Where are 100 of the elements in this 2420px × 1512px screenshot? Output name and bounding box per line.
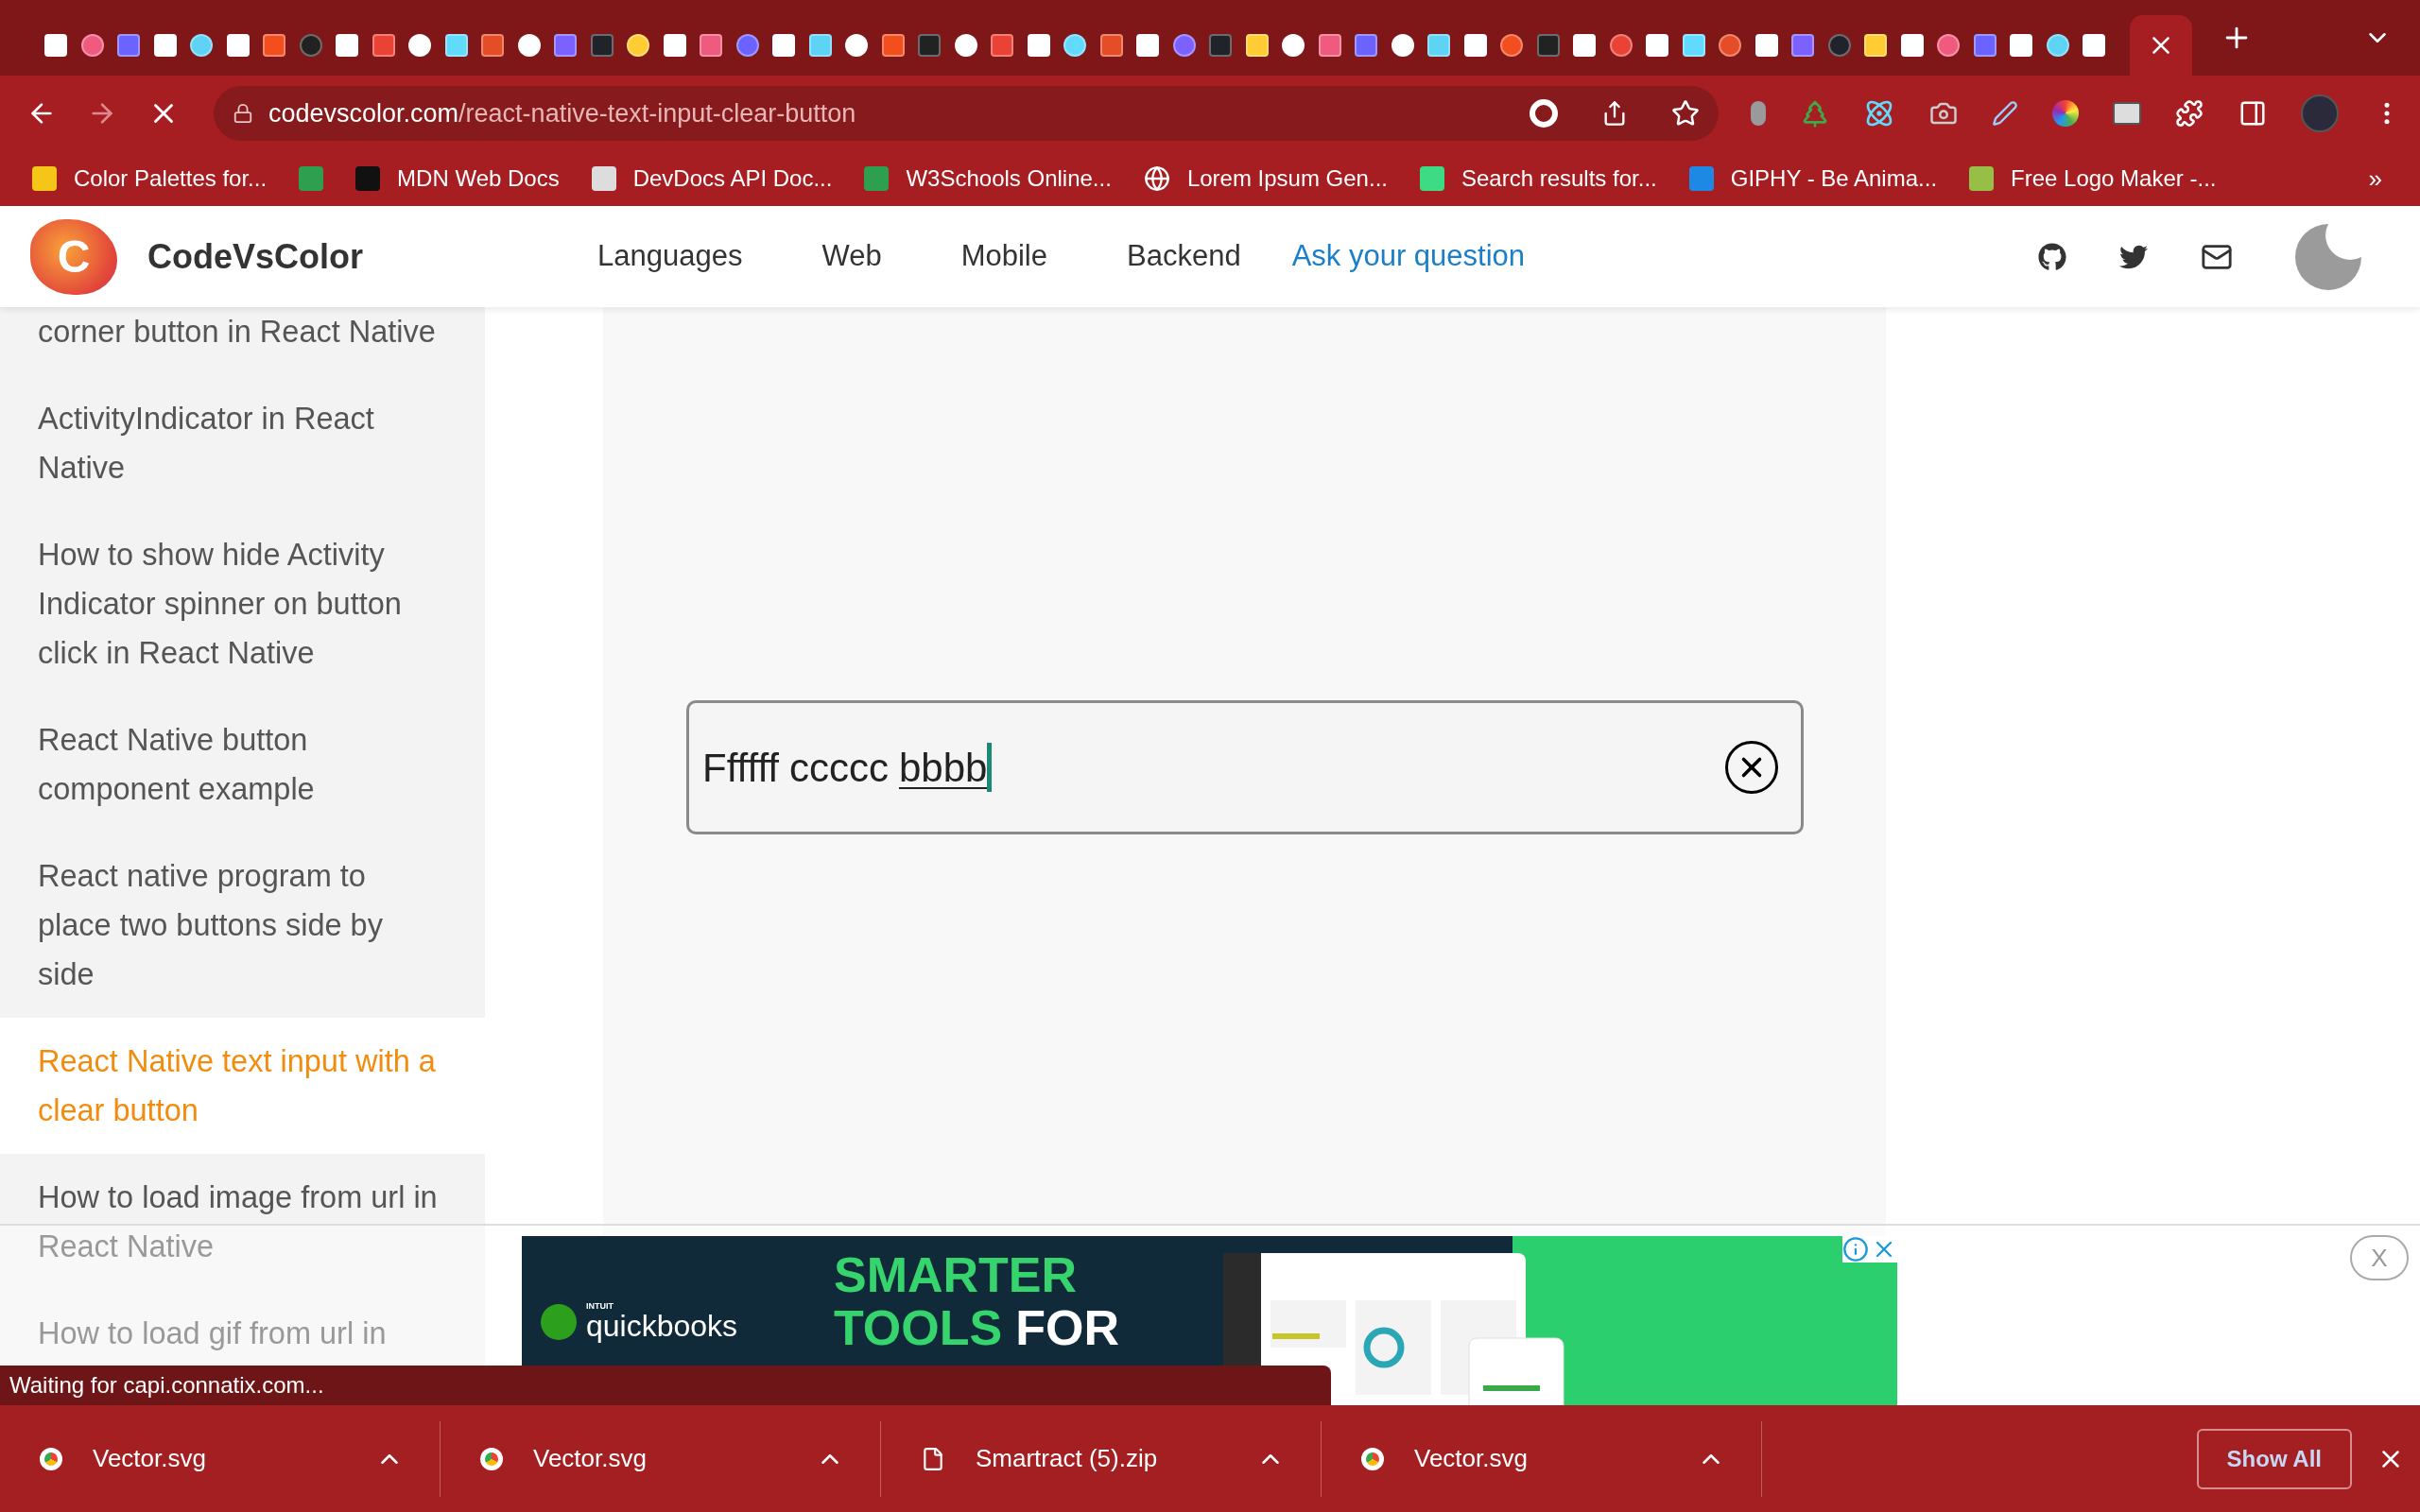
- site-icon: [2083, 34, 2106, 57]
- pen-icon[interactable]: [1991, 100, 2018, 127]
- bookmark[interactable]: DevDocs API Doc...: [591, 162, 833, 196]
- nav-link[interactable]: Mobile: [960, 234, 1047, 279]
- site-icon: [1209, 34, 1233, 57]
- site-icon: [991, 34, 1014, 57]
- site-icon: [2046, 34, 2069, 57]
- site-icon: [954, 34, 977, 57]
- ad-headline: SMARTER: [834, 1249, 1078, 1300]
- file-icon: [921, 1446, 945, 1471]
- more-bookmarks[interactable]: »: [2368, 160, 2382, 198]
- status-tooltip: Waiting for capi.connatix.com...: [0, 1366, 1331, 1405]
- site-icon: [1536, 34, 1560, 57]
- site-name[interactable]: CodeVsColor: [147, 231, 364, 283]
- bookmark-star-icon[interactable]: [1671, 99, 1700, 128]
- bookmark[interactable]: GIPHY - Be Anima...: [1688, 162, 1938, 196]
- download-item[interactable]: Vector.svg: [0, 1420, 441, 1497]
- show-all-button[interactable]: Show All: [2196, 1428, 2352, 1489]
- sidebar-link[interactable]: React Native button component example: [0, 696, 485, 833]
- download-item[interactable]: Smartract (5).zip: [881, 1420, 1322, 1497]
- chrome-file-icon: [40, 1447, 62, 1470]
- site-icon: [1245, 34, 1269, 57]
- site-icon: [226, 34, 250, 57]
- site-icon: [1355, 34, 1378, 57]
- site-icon: [627, 34, 650, 57]
- bookmark[interactable]: MDN Web Docs: [355, 162, 560, 196]
- site-icon: [1391, 34, 1414, 57]
- site-icon: [1791, 34, 1815, 57]
- chrome-file-icon: [480, 1447, 503, 1470]
- sidebar-link[interactable]: corner button in React Native: [0, 307, 485, 375]
- nav-link[interactable]: Web: [821, 234, 882, 279]
- site-icon: [1609, 34, 1633, 57]
- browser-tab[interactable]: [2129, 15, 2192, 76]
- extension-icon[interactable]: [2113, 102, 2142, 125]
- site-icon: [1027, 34, 1050, 57]
- site-icon: [408, 34, 432, 57]
- site-icon: [1099, 34, 1123, 57]
- site-icon: [1719, 34, 1742, 57]
- site-icon: [590, 34, 614, 57]
- lock-icon: [233, 103, 253, 124]
- sidebar-link[interactable]: ActivityIndicator in React Native: [0, 375, 485, 511]
- site-icon: [44, 34, 68, 57]
- nav-link[interactable]: Languages: [597, 234, 743, 279]
- text-input[interactable]: Ffffff ccccc bbbb: [686, 700, 1804, 834]
- nav-link[interactable]: Ask your question: [1291, 234, 1526, 279]
- site-icon: [1427, 34, 1451, 57]
- site-icon: [153, 34, 177, 57]
- github-icon[interactable]: [2038, 242, 2066, 271]
- bookmark-icon: [1969, 166, 1995, 191]
- brand-name: quickbooks: [586, 1311, 738, 1341]
- site-icon: [1063, 34, 1087, 57]
- bookmark[interactable]: Lorem Ipsum Gen...: [1143, 162, 1388, 196]
- bookmark-icon: [591, 166, 616, 191]
- address-bar[interactable]: codevscolor.com/react-native-text-input-clear-button: [214, 86, 1719, 141]
- nav-link[interactable]: Backend: [1127, 234, 1241, 279]
- site-icon: [80, 34, 104, 57]
- download-item[interactable]: Vector.svg: [441, 1420, 881, 1497]
- bookmark-icon: [299, 166, 324, 191]
- bookmark[interactable]: Color Palettes for...: [32, 162, 268, 196]
- color-wheel-icon[interactable]: [2051, 100, 2079, 127]
- brand-tag: INTUIT: [586, 1302, 738, 1311]
- site-icon: [263, 34, 286, 57]
- clear-button[interactable]: [1725, 741, 1778, 794]
- bookmark-icon: [1688, 166, 1714, 191]
- chrome-file-icon: [1361, 1447, 1384, 1470]
- site-icon: [663, 34, 686, 57]
- site-icon: [735, 34, 759, 57]
- site-icon: [1573, 34, 1597, 57]
- bookmark[interactable]: Free Logo Maker -...: [1969, 162, 2217, 196]
- site-icon: [1937, 34, 1961, 57]
- site-icon: [845, 34, 869, 57]
- info-icon[interactable]: [1842, 1236, 1869, 1263]
- site-icon: [808, 34, 832, 57]
- site-icon: [1500, 34, 1524, 57]
- site-icon: [1754, 34, 1778, 57]
- site-icon: [1646, 34, 1669, 57]
- ad-headline: TOOLS: [834, 1302, 1003, 1353]
- site-icon: [700, 34, 723, 57]
- bookmark[interactable]: Search results for...: [1419, 162, 1657, 196]
- site-icon: [444, 34, 468, 57]
- site-icon: [1318, 34, 1341, 57]
- site-icon: [1682, 34, 1705, 57]
- download-item[interactable]: Vector.svg: [1322, 1420, 1762, 1497]
- site-icon: [299, 34, 322, 57]
- site-icon: [1136, 34, 1160, 57]
- bookmark[interactable]: W3Schools Online...: [864, 162, 1112, 196]
- site-icon: [117, 34, 141, 57]
- sidebar-link[interactable]: How to show hide Activity Indicator spinner on button click in React Native: [0, 511, 485, 696]
- sidebar-link[interactable]: How to load image from url in React Native: [0, 1154, 485, 1290]
- url-text: codevscolor.com/react-native-text-input-clear-button: [268, 97, 856, 129]
- sidebar-link[interactable]: React native program to place two buttons side by side: [0, 833, 485, 1018]
- moon-icon[interactable]: [2293, 221, 2363, 292]
- ad-headline: FOR: [1015, 1302, 1119, 1353]
- site-icon: [1463, 34, 1487, 57]
- extensions-icon[interactable]: [2175, 99, 2204, 128]
- site-icon: [190, 34, 214, 57]
- extension-icon[interactable]: [1751, 101, 1766, 126]
- site-icon: [1827, 34, 1851, 57]
- site-icon: [481, 34, 505, 57]
- site-icon: [1973, 34, 1996, 57]
